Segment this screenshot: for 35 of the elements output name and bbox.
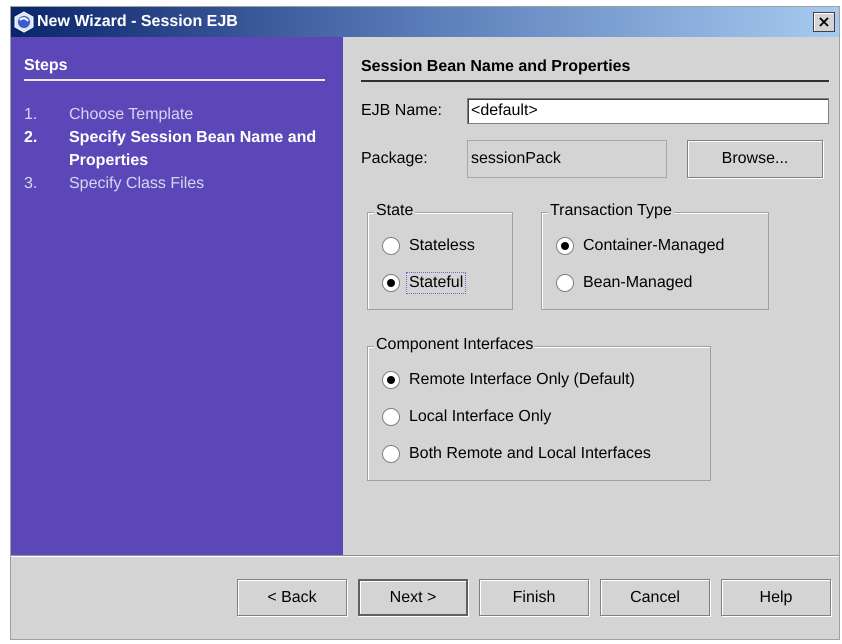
dialog-button[interactable]: < Back — [237, 579, 347, 616]
radio-label: Stateful — [406, 272, 466, 294]
field-label: EJB Name: — [361, 102, 443, 120]
step-number: 2. — [24, 128, 38, 148]
radio-label: Local Interface Only — [408, 406, 552, 426]
radio-label: Container-Managed — [582, 236, 726, 256]
step-number: 3. — [24, 174, 38, 194]
window-title: New Wizard - Session EJB — [37, 13, 239, 31]
radio-label: Stateless — [408, 236, 476, 256]
radio-button[interactable] — [556, 236, 574, 254]
radio-button[interactable] — [382, 444, 400, 462]
group-title: Component Interfaces — [374, 336, 536, 354]
radio-button[interactable] — [556, 274, 574, 292]
radio-button[interactable] — [382, 274, 400, 292]
dialog-button[interactable]: Help — [721, 579, 831, 616]
step-number: 1. — [24, 105, 38, 125]
group-title: Transaction Type — [548, 202, 674, 220]
radio-button[interactable] — [382, 408, 400, 426]
step-label: Choose Template — [69, 105, 194, 125]
text-field[interactable]: <default> — [467, 98, 829, 124]
dialog-button[interactable]: Cancel — [600, 579, 710, 616]
radio-button[interactable] — [382, 370, 400, 388]
section-heading: Session Bean Name and Properties — [361, 58, 829, 82]
step-label: Specify Session Bean Name and Properties — [69, 128, 318, 171]
app-icon — [13, 11, 35, 33]
radio-button[interactable] — [382, 236, 400, 254]
radio-label: Both Remote and Local Interfaces — [408, 444, 652, 464]
radio-label: Bean-Managed — [582, 272, 694, 292]
step-label: Specify Class Files — [69, 174, 204, 194]
steps-title: Steps — [24, 57, 325, 81]
radio-label: Remote Interface Only (Default) — [408, 370, 636, 390]
dialog-button[interactable]: Finish — [479, 579, 589, 616]
dialog-button[interactable]: Next > — [358, 579, 468, 616]
close-button[interactable]: × — [813, 12, 835, 32]
field-label: Package: — [361, 150, 429, 168]
